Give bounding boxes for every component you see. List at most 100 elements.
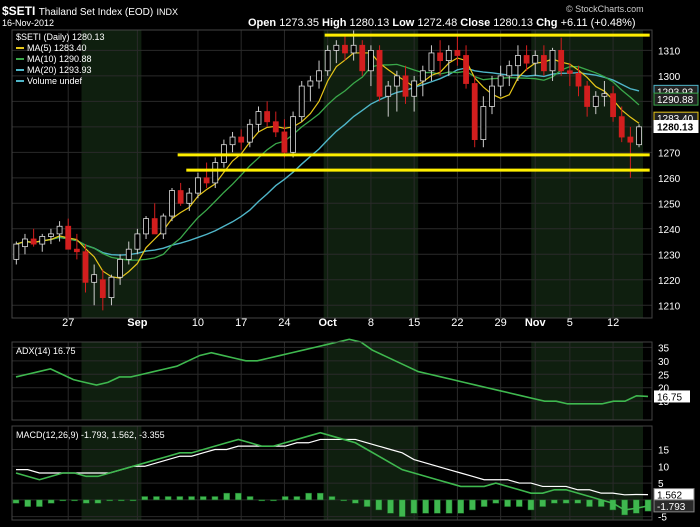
- candle-up: [255, 111, 262, 125]
- macd-histogram-bar: [492, 499, 500, 504]
- candle-down: [238, 136, 245, 143]
- macd-histogram-bar: [398, 499, 406, 517]
- macd-histogram-bar: [317, 492, 324, 501]
- macd-histogram-bar: [258, 499, 266, 502]
- macd-tick-label: -5: [658, 513, 667, 524]
- adx-tick-label: 25: [658, 370, 670, 381]
- macd-histogram-bar: [621, 499, 628, 516]
- candle-up: [350, 44, 357, 54]
- candle-down: [99, 279, 106, 299]
- price-tick-label: 1310: [658, 46, 681, 57]
- candle-up: [212, 162, 219, 184]
- macd-histogram-bar: [387, 499, 394, 514]
- price-tick-label: 1240: [658, 225, 681, 236]
- candle-up: [117, 258, 124, 278]
- candle-up: [316, 70, 322, 82]
- price-tick-label: 1210: [658, 301, 681, 312]
- macd-legend: MACD(12,26,9) -1.793, 1.562, -3.355: [16, 430, 165, 440]
- macd-value-label: -1.793: [657, 502, 686, 513]
- candle-down: [264, 111, 271, 123]
- price-tick-label: 1220: [658, 276, 681, 287]
- macd-histogram-bar: [562, 499, 570, 504]
- macd-histogram-bar: [12, 499, 20, 504]
- macd-histogram-bar: [434, 499, 441, 514]
- macd-histogram-bar: [270, 499, 277, 502]
- candle-down: [402, 75, 409, 97]
- candle-up: [601, 93, 608, 97]
- candle-up: [56, 225, 63, 235]
- shade-band: [531, 30, 644, 318]
- candle-up: [160, 215, 167, 235]
- x-tick-label: 5: [567, 317, 573, 329]
- candle-up: [298, 85, 305, 118]
- candle-down: [272, 121, 279, 133]
- macd-histogram-bar: [164, 496, 172, 501]
- x-tick-label: 17: [235, 317, 247, 329]
- candle-down: [151, 218, 158, 235]
- candle-up: [134, 233, 141, 250]
- price-label: 1290.88: [657, 95, 694, 106]
- candle-up: [186, 192, 193, 204]
- macd-histogram-bar: [235, 492, 242, 501]
- macd-histogram-bar: [118, 499, 125, 502]
- macd-histogram-bar: [82, 499, 90, 504]
- macd-histogram-bar: [106, 499, 113, 502]
- candle-down: [575, 72, 582, 87]
- candle-down: [627, 136, 634, 143]
- candle-down: [359, 44, 366, 72]
- macd-histogram-bar: [94, 499, 102, 504]
- macd-histogram-bar: [153, 496, 160, 501]
- candle-down: [65, 225, 72, 250]
- macd-histogram-bar: [47, 499, 55, 504]
- candle-up: [22, 238, 28, 248]
- macd-histogram-bar: [223, 492, 230, 501]
- macd-histogram-bar: [293, 496, 301, 501]
- macd-histogram-bar: [211, 496, 219, 501]
- candle-down: [342, 44, 348, 54]
- candle-up: [393, 75, 400, 87]
- x-tick-label: 27: [62, 317, 74, 329]
- candle-down: [618, 116, 625, 138]
- macd-histogram-bar: [516, 499, 523, 507]
- candle-up: [445, 49, 452, 61]
- macd-histogram-bar: [129, 499, 137, 502]
- x-tick-label: 12: [607, 317, 619, 329]
- candle-up: [246, 123, 253, 143]
- price-tick-label: 1300: [658, 72, 681, 83]
- candle-up: [108, 276, 115, 299]
- x-tick-label: 15: [408, 317, 420, 329]
- macd-histogram-bar: [352, 499, 359, 504]
- candle-up: [48, 233, 54, 237]
- candle-up: [195, 177, 201, 194]
- macd-histogram-bar: [574, 499, 582, 504]
- macd-histogram-bar: [59, 499, 67, 502]
- x-tick-label: Sep: [127, 317, 147, 329]
- macd-histogram-bar: [445, 499, 453, 514]
- candle-up: [480, 106, 487, 140]
- candle-down: [523, 55, 530, 64]
- candle-down: [203, 177, 210, 184]
- candle-up: [13, 243, 20, 260]
- chart-canvas: 1210122012301240125012601270128012901300…: [11, 29, 699, 524]
- candle-up: [290, 116, 296, 153]
- candle-down: [540, 55, 547, 72]
- adx-legend: ADX(14) 16.75: [16, 346, 76, 356]
- candle-up: [592, 95, 599, 107]
- price-legend-entry: MA(10) 1290.88: [27, 54, 92, 64]
- x-tick-label: 10: [192, 317, 204, 329]
- candle-down: [376, 49, 383, 97]
- x-tick-label: 24: [278, 317, 290, 329]
- macd-histogram-bar: [340, 499, 347, 502]
- macd-histogram-bar: [363, 499, 371, 507]
- x-tick-label: Oct: [319, 317, 338, 329]
- candle-up: [385, 85, 392, 97]
- candle-up: [532, 55, 539, 64]
- candle-up: [506, 65, 513, 77]
- macd-histogram-bar: [141, 496, 148, 501]
- candle-up: [368, 49, 374, 72]
- price-legend-entry: MA(5) 1283.40: [27, 43, 87, 53]
- candle-down: [73, 248, 80, 253]
- candle-up: [411, 80, 418, 97]
- price-label: 1280.13: [657, 123, 694, 134]
- x-tick-label: Nov: [525, 317, 547, 329]
